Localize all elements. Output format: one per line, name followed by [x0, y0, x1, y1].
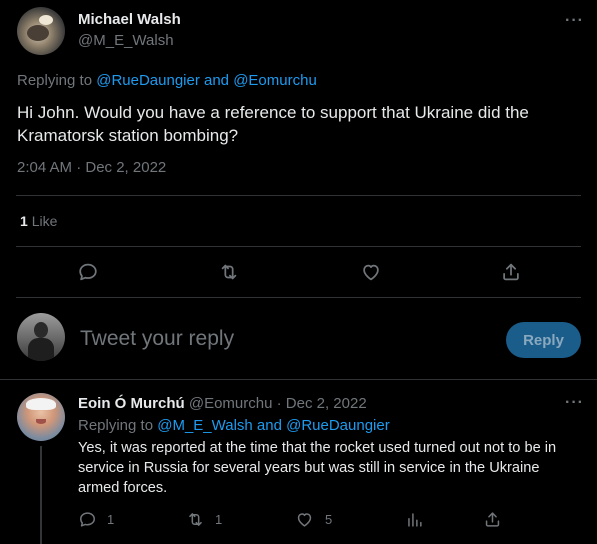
like-icon[interactable]	[360, 261, 382, 283]
retweet-icon[interactable]	[218, 261, 240, 283]
likes-stat[interactable]: 1 Like	[20, 213, 57, 229]
replying-to-mentions[interactable]: @RueDaungier and @Eomurchu	[96, 72, 317, 89]
reply-replying-to-prefix: Replying to	[78, 417, 154, 434]
tweet-timestamp[interactable]: 2:04 AM · Dec 2, 2022	[17, 159, 166, 176]
reply-author-handle[interactable]: @Eomurchu	[189, 395, 273, 412]
thread-line	[40, 446, 42, 544]
reply-author-avatar[interactable]	[17, 393, 65, 441]
reply-date[interactable]: · Dec 2, 2022	[277, 395, 367, 412]
reply-icon[interactable]	[77, 261, 99, 283]
share-icon[interactable]	[500, 261, 522, 283]
reply-retweet-count: 1	[215, 512, 223, 527]
reply-share-icon[interactable]	[483, 510, 502, 529]
reply-more-options-icon[interactable]: ···	[565, 395, 584, 411]
reply-author-name[interactable]: Eoin Ó Murchú	[78, 395, 185, 412]
divider	[16, 246, 581, 247]
author-name[interactable]: Michael Walsh	[78, 11, 181, 28]
reply-input[interactable]: Tweet your reply	[80, 327, 480, 351]
reply-retweet-icon[interactable]	[186, 510, 205, 529]
reply-like-count: 5	[325, 512, 333, 527]
reply-text: Yes, it was reported at the time that th…	[78, 440, 557, 496]
reply-reply-icon[interactable]	[78, 510, 97, 529]
likes-count: 1	[20, 213, 28, 229]
reply-button[interactable]: Reply	[506, 322, 581, 358]
replying-to-prefix: Replying to	[17, 72, 93, 89]
reply-like-icon[interactable]	[295, 510, 314, 529]
reply-reply-count: 1	[107, 512, 115, 527]
reply-button-label: Reply	[523, 331, 564, 349]
likes-label: Like	[31, 213, 58, 229]
more-options-icon[interactable]: ···	[565, 13, 584, 29]
divider	[0, 379, 597, 380]
user-avatar[interactable]	[17, 313, 65, 361]
reply-replying-to-mentions[interactable]: @M_E_Walsh and @RueDaungier	[157, 417, 390, 434]
author-handle[interactable]: @M_E_Walsh	[78, 32, 174, 49]
author-avatar[interactable]	[17, 7, 65, 55]
reply-analytics-icon[interactable]	[405, 510, 424, 529]
tweet-text: Hi John. Would you have a reference to s…	[17, 103, 529, 145]
divider	[16, 195, 581, 196]
reply-header: Eoin Ó Murchú @Eomurchu · Dec 2, 2022	[78, 395, 367, 412]
reply-replying-to: Replying to @M_E_Walsh and @RueDaungier	[78, 417, 390, 434]
divider	[16, 297, 581, 298]
replying-to: Replying to @RueDaungier and @Eomurchu	[17, 72, 317, 89]
